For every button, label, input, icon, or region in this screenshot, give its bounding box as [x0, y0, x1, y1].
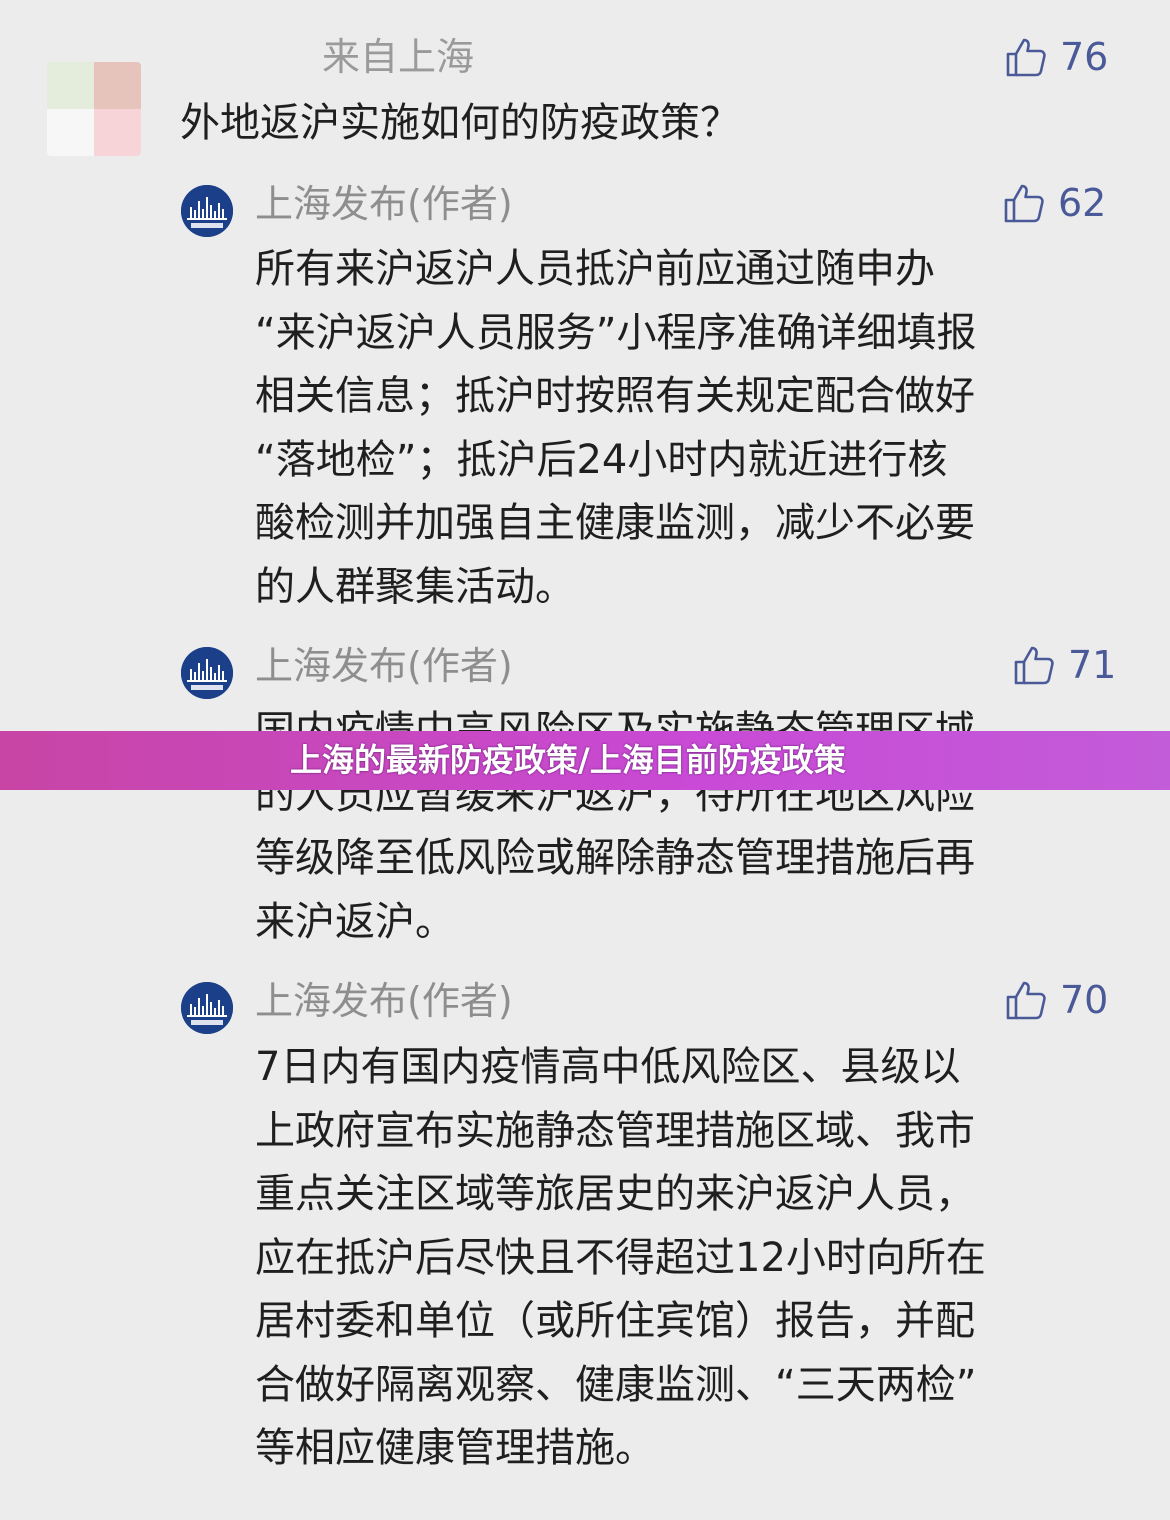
reply-text-line: “来沪返沪人员服务”小程序准确详细填报: [255, 309, 977, 356]
question-user-location: 来自上海: [322, 35, 475, 79]
reply-text-line: 上政府宣布实施静态管理措施区域、我市: [255, 1107, 975, 1154]
thumbs-up-icon: [1004, 184, 1044, 223]
like-count: 71: [1068, 643, 1117, 687]
reply-author[interactable]: 上海发布(作者): [255, 644, 513, 688]
banner-title: 上海的最新防疫政策/上海目前防疫政策: [290, 741, 846, 779]
avatar-tile: [94, 109, 141, 156]
title-banner: 上海的最新防疫政策/上海目前防疫政策: [0, 731, 1170, 790]
reply-text-line: 等相应健康管理措施。: [255, 1425, 655, 1471]
question-text: 外地返沪实施如何的防疫政策？: [180, 100, 740, 146]
reply-avatar[interactable]: [181, 647, 233, 699]
avatar-tile: [94, 62, 141, 109]
like-count: 76: [1060, 35, 1109, 79]
reply-like-button[interactable]: 62: [1002, 181, 1106, 225]
reply-text-line: 7日内有国内疫情高中低风险区、县级以: [255, 1044, 961, 1090]
reply-author[interactable]: 上海发布(作者): [255, 979, 513, 1023]
shanghai-skyline-logo-icon: [181, 647, 233, 699]
reply-text-line: “落地检”；抵沪后24小时内就近进行核: [255, 436, 948, 483]
reply-text-line: 等级降至低风险或解除静态管理措施后再: [255, 835, 975, 881]
shanghai-skyline-logo-icon: [181, 982, 233, 1034]
reply-text-line: 所有来沪返沪人员抵沪前应通过随申办: [255, 246, 935, 292]
reply-text-line: 酸检测并加强自主健康监测，减少不必要: [255, 500, 975, 546]
avatar-tile: [47, 62, 94, 109]
shanghai-skyline-logo-icon: [181, 185, 233, 237]
question-like-button[interactable]: 76: [1004, 35, 1108, 79]
reply-like-button[interactable]: 70: [1004, 978, 1108, 1022]
reply-text: 7日内有国内疫情高中低风险区、县级以 上政府宣布实施静态管理措施区域、我市 重点…: [255, 1036, 986, 1481]
reply-text-line: 合做好隔离观察、健康监测、“三天两检”: [255, 1361, 977, 1408]
reply-text: 所有来沪返沪人员抵沪前应通过随申办 “来沪返沪人员服务”小程序准确详细填报 相关…: [255, 238, 976, 619]
like-count: 62: [1058, 181, 1107, 225]
reply-avatar[interactable]: [181, 185, 233, 237]
question-avatar[interactable]: [47, 62, 141, 156]
avatar-tile: [47, 109, 94, 156]
thumbs-up-icon: [1006, 981, 1046, 1020]
reply-text-line: 居村委和单位（或所住宾馆）报告，并配: [255, 1298, 975, 1344]
reply-avatar[interactable]: [181, 982, 233, 1034]
reply-text-line: 重点关注区域等旅居史的来沪返沪人员，: [255, 1171, 975, 1217]
thumbs-up-icon: [1014, 646, 1054, 685]
thumbs-up-icon: [1006, 38, 1046, 77]
reply-text-line: 应在抵沪后尽快且不得超过12小时向所在: [255, 1234, 986, 1281]
reply-text-line: 来沪返沪。: [255, 898, 455, 945]
like-count: 70: [1060, 978, 1109, 1022]
reply-author[interactable]: 上海发布(作者): [255, 182, 513, 226]
reply-like-button[interactable]: 71: [1012, 643, 1116, 687]
reply-text-line: 相关信息；抵沪时按照有关规定配合做好: [255, 373, 975, 419]
reply-text-line: 的人群聚集活动。: [255, 563, 575, 610]
